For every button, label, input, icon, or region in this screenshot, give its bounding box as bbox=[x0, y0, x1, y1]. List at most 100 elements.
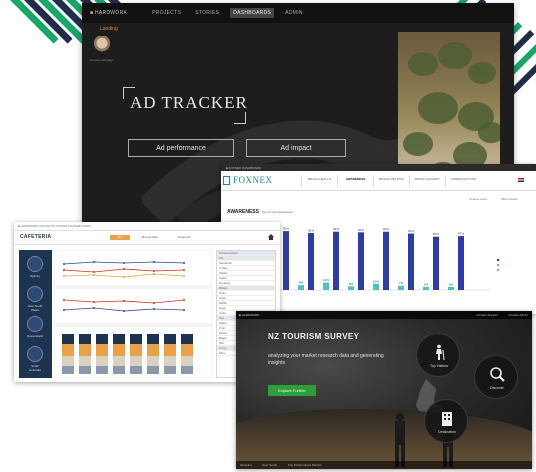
stacked-bar-segment bbox=[147, 334, 159, 344]
bar-series-0 bbox=[333, 231, 339, 290]
destination-button[interactable]: Destination bbox=[424, 399, 468, 443]
stacked-bar-segment bbox=[147, 356, 159, 366]
contact-admin-link[interactable]: Contact Admin bbox=[508, 313, 528, 317]
footer-kpm-link[interactable]: Key Performance Metrics bbox=[288, 463, 322, 467]
trend-point bbox=[183, 309, 185, 311]
stacked-bar-segment bbox=[62, 334, 74, 344]
stacked-bar-segment bbox=[113, 356, 125, 366]
contact-support-link[interactable]: Contact Support bbox=[476, 313, 498, 317]
bar-series-1 bbox=[398, 285, 404, 290]
tab-brand-metrics[interactable]: BRAND METRICS bbox=[373, 175, 409, 187]
bar-series-1 bbox=[423, 286, 429, 290]
bar-data-label: 95% bbox=[283, 227, 289, 231]
trend-point bbox=[63, 269, 65, 271]
pill-metropolitan[interactable]: Metropolitan bbox=[140, 235, 160, 240]
foliage bbox=[403, 132, 433, 156]
trend-point bbox=[153, 273, 155, 275]
discover-label: Discover bbox=[490, 386, 504, 390]
stacked-bar-segment bbox=[96, 334, 108, 344]
stacked-bar-segment bbox=[181, 334, 193, 344]
bar-data-label: 12% bbox=[323, 278, 329, 282]
foxnex-header: FOXNEX BRAND HEALTH AWARENESS BRAND METRIC… bbox=[221, 171, 536, 191]
tab-brand-health[interactable]: BRAND HEALTH bbox=[301, 175, 337, 187]
stacked-bar-segment bbox=[164, 356, 176, 366]
stacked-bar-segment bbox=[130, 366, 142, 374]
ad-top-nav: ■ HARDWORK PROJECTS STORIES DASHBOARDS ADMI… bbox=[82, 3, 514, 23]
nav-item-dashboards[interactable]: DASHBOARDS bbox=[230, 8, 275, 18]
trend-point bbox=[63, 299, 65, 301]
pill-regional[interactable]: Regional bbox=[174, 235, 194, 240]
region-icon bbox=[27, 316, 43, 332]
bar-data-label: 6% bbox=[349, 282, 354, 286]
explore-further-button[interactable]: Explore Further bbox=[268, 385, 316, 396]
bar-data-label: 91% bbox=[408, 229, 414, 233]
region-item-south-australia[interactable]: South Australia bbox=[25, 346, 45, 372]
trend-point bbox=[93, 301, 95, 303]
stacked-bar-segment bbox=[130, 356, 142, 366]
pill-all[interactable]: ALL bbox=[110, 235, 130, 240]
trend-point bbox=[123, 262, 125, 264]
landing-label[interactable]: Landing bbox=[100, 26, 118, 32]
tab-brand-imagery[interactable]: BRAND IMAGERY bbox=[409, 175, 445, 187]
bar-data-label: 94% bbox=[383, 227, 389, 231]
trend-point bbox=[93, 261, 95, 263]
trend-point bbox=[153, 308, 155, 310]
footer-user-guide-link[interactable]: User Guide bbox=[262, 463, 277, 467]
nav-item-projects[interactable]: PROJECTS bbox=[149, 8, 184, 18]
nav-item-admin[interactable]: ADMIN bbox=[282, 8, 306, 18]
title-bracket-bottom-right bbox=[234, 112, 246, 124]
footer-glossary-link[interactable]: Glossary bbox=[240, 463, 252, 467]
ad-impact-button[interactable]: Ad impact bbox=[246, 139, 346, 157]
trend-point bbox=[183, 299, 185, 301]
trend-point bbox=[183, 275, 185, 277]
bar-series-1 bbox=[323, 282, 329, 290]
ad-performance-button[interactable]: Ad performance bbox=[128, 139, 234, 157]
trend-point bbox=[123, 300, 125, 302]
ad-logo: ■ HARDWORK bbox=[90, 10, 128, 16]
cafeteria-chart-panels bbox=[54, 250, 212, 378]
chart-panel bbox=[54, 250, 212, 287]
stacked-bar-segment bbox=[79, 344, 91, 356]
magnifier-icon bbox=[490, 367, 505, 382]
region-item-new-south-wales[interactable]: New South Wales bbox=[25, 286, 45, 312]
flag-icon[interactable] bbox=[518, 178, 524, 182]
page-title: AD TRACKER bbox=[130, 93, 248, 112]
region-item-queensland[interactable]: Queensland bbox=[25, 316, 45, 338]
bar-series-1 bbox=[298, 285, 304, 290]
filter-brands-link[interactable]: Filter brands bbox=[501, 197, 518, 201]
region-item-sydney[interactable]: Sydney bbox=[25, 256, 45, 278]
trend-point bbox=[123, 310, 125, 312]
top-visitors-button[interactable]: Top Visitors bbox=[416, 333, 460, 377]
stacked-bar-segment bbox=[130, 344, 142, 356]
trend-point bbox=[183, 269, 185, 271]
chart-panel bbox=[54, 287, 212, 325]
foxnex-logo-icon bbox=[223, 176, 230, 185]
home-icon[interactable] bbox=[268, 234, 274, 240]
discover-button[interactable]: Discover bbox=[474, 355, 518, 399]
campaign-thumbnail[interactable] bbox=[94, 36, 110, 54]
stacked-bar-segment bbox=[147, 366, 159, 374]
bar-data-label: 86% bbox=[433, 232, 439, 236]
bar-series-0 bbox=[383, 231, 389, 290]
bar-data-label: 7% bbox=[399, 281, 404, 285]
trend-point bbox=[123, 276, 125, 278]
bar-series-0 bbox=[408, 233, 414, 290]
foxnex-subbar: Choose wave Filter brands bbox=[221, 191, 536, 207]
trend-point bbox=[93, 307, 95, 309]
metric-title-text: AWARENESS bbox=[227, 209, 259, 215]
tab-communication[interactable]: COMMUNICATION bbox=[445, 175, 481, 187]
bar-data-label: 5% bbox=[424, 282, 429, 286]
cafeteria-top-bar: ■ HARDWORK PROJECTS STORIES DASHBOARDS bbox=[14, 222, 280, 231]
stacked-bar-segment bbox=[113, 344, 125, 356]
nav-item-stories[interactable]: STORIES bbox=[192, 8, 222, 18]
choose-wave-link[interactable]: Choose wave bbox=[469, 197, 487, 201]
trend-point bbox=[153, 302, 155, 304]
stacked-bar-segment bbox=[147, 344, 159, 356]
region-label: New South Wales bbox=[27, 304, 43, 312]
stacked-bar-segment bbox=[62, 356, 74, 366]
foxnex-top-bar: ■ FOXNEX DASHBOARD bbox=[221, 164, 536, 171]
bar-data-label: 93% bbox=[358, 228, 364, 232]
foliage bbox=[478, 122, 500, 143]
tab-awareness[interactable]: AWARENESS bbox=[337, 175, 373, 187]
bar-data-label: 5% bbox=[449, 282, 454, 286]
